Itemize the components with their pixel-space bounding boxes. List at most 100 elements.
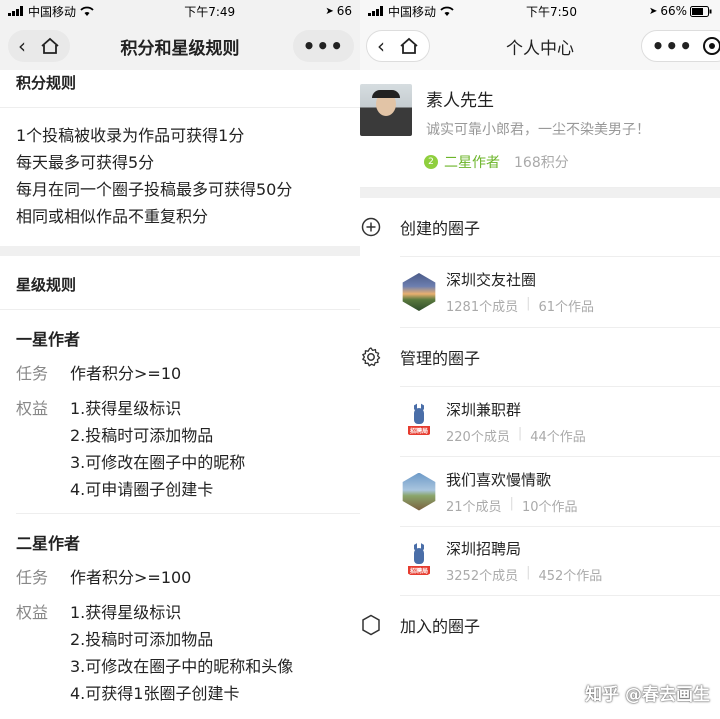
benefit-label: 权益: [16, 399, 49, 418]
two-star-task: 任务 作者积分>=100: [0, 564, 360, 591]
circle-name: 深圳交友社圈: [446, 271, 537, 289]
task-value: 作者积分>=10: [70, 364, 182, 383]
rules-page: 中国移动 下午7:49 ➤ 66 ‹ 积分和星级规则 ••• 积分规则 1个投稿…: [0, 0, 360, 719]
avatar[interactable]: [360, 84, 412, 136]
benefit-item: 4.可申请圈子创建卡: [70, 480, 214, 499]
circle-avatar: 招聘局: [402, 402, 436, 441]
nav-capsule: ‹: [366, 30, 430, 62]
location-arrow-icon: ➤: [325, 5, 334, 17]
status-bar: 中国移动 下午7:50 ➤ 66%: [360, 0, 720, 22]
home-icon[interactable]: [40, 37, 60, 55]
created-circles-header[interactable]: 创建的圈子: [360, 198, 720, 256]
two-star-benefits: 权益 1.获得星级标识 2.投稿时可添加物品 3.可修改在圈子中的昵称和头像 4…: [0, 599, 360, 707]
circle-name: 深圳招聘局: [446, 540, 522, 558]
back-chevron-icon[interactable]: ‹: [18, 34, 26, 58]
circle-item[interactable]: 深圳交友社圈 1281个成员 | 61个作品: [400, 256, 720, 328]
rabbit-logo-icon: [414, 402, 424, 424]
signal-icon: [8, 6, 23, 16]
more-dots-icon[interactable]: •••: [303, 34, 344, 58]
joined-circles-label: 加入的圈子: [400, 617, 481, 636]
level-row: 2 二星作者 168积分: [424, 152, 569, 172]
clock: 下午7:50: [526, 4, 577, 19]
battery-percent: 66: [336, 4, 352, 18]
benefit-item: 2.投稿时可添加物品: [70, 426, 214, 445]
battery-percent: 66%: [660, 4, 687, 18]
task-label: 任务: [16, 364, 49, 383]
benefit-item: 4.可获得1张圈子创建卡: [70, 684, 240, 703]
menu-capsule: •••: [640, 30, 720, 62]
benefit-item: 3.可修改在圈子中的昵称和头像: [70, 657, 294, 676]
screenshot-composite: 中国移动 下午7:49 ➤ 66 ‹ 积分和星级规则 ••• 积分规则 1个投稿…: [0, 0, 720, 719]
circle-item[interactable]: 招聘局 深圳招聘局 3252个成员 | 452个作品: [400, 526, 720, 596]
hexagon-icon: [360, 614, 382, 636]
circle-works: 44个作品: [530, 429, 586, 445]
points-rule-line: 每月在同一个圈子投稿最多可获得50分: [16, 180, 293, 199]
circle-item[interactable]: 招聘局 深圳兼职群 220个成员 | 44个作品: [400, 386, 720, 456]
managed-circles-header[interactable]: 管理的圈子: [360, 328, 720, 386]
task-value: 作者积分>=100: [70, 568, 192, 587]
plus-circle-icon: [360, 216, 382, 238]
rabbit-logo-icon: [414, 542, 424, 564]
circle-works: 452个作品: [538, 569, 603, 584]
star-level: 二星作者: [444, 155, 500, 171]
benefit-item: 2.投稿时可添加物品: [70, 630, 214, 649]
user-name: 素人先生: [426, 91, 494, 111]
nav-bar: ‹ 积分和星级规则 •••: [0, 22, 360, 70]
close-circle-icon[interactable]: [703, 37, 720, 55]
joined-circles-header[interactable]: 加入的圈子: [360, 596, 720, 654]
menu-capsule: •••: [292, 30, 354, 62]
circle-item[interactable]: 我们喜欢慢情歌 21个成员 | 10个作品: [400, 456, 720, 526]
points-rule-line: 每天最多可获得5分: [16, 153, 155, 172]
circle-avatar: [402, 472, 436, 511]
status-bar: 中国移动 下午7:49 ➤ 66: [0, 0, 360, 22]
star-level-icon: 2: [424, 155, 438, 169]
created-circles-label: 创建的圈子: [400, 219, 481, 238]
task-label: 任务: [16, 568, 49, 587]
profile-page: 中国移动 下午7:50 ➤ 66% ‹ 个人中心 ••• 素人先生 诚实可靠小郎…: [360, 0, 720, 719]
nav-capsule: ‹: [8, 30, 70, 62]
two-star-title: 二星作者: [16, 534, 81, 553]
section-divider: [360, 188, 720, 198]
managed-circles-label: 管理的圈子: [400, 349, 481, 368]
circle-members: 21个成员: [446, 499, 502, 515]
gear-icon: [360, 346, 382, 368]
benefit-item: 1.获得星级标识: [70, 399, 182, 418]
watermark: 知乎 @春去画生: [585, 685, 710, 705]
one-star-benefits: 权益 1.获得星级标识 2.投稿时可添加物品 3.可修改在圈子中的昵称 4.可申…: [0, 395, 360, 503]
points-rule-line: 1个投稿被收录为作品可获得1分: [16, 126, 245, 145]
nav-bar: ‹ 个人中心 •••: [360, 22, 720, 70]
points-rules-list: 1个投稿被收录为作品可获得1分 每天最多可获得5分 每月在同一个圈子投稿最多可获…: [0, 108, 360, 230]
benefit-item: 1.获得星级标识: [70, 603, 182, 622]
wifi-icon: [80, 6, 94, 16]
carrier-label: 中国移动: [28, 4, 77, 19]
circle-name: 深圳兼职群: [446, 400, 522, 419]
benefit-item: 3.可修改在圈子中的昵称: [70, 453, 246, 472]
one-star-title: 一星作者: [16, 330, 81, 349]
more-dots-icon[interactable]: •••: [652, 34, 693, 58]
points-count: 168积分: [514, 155, 569, 171]
circle-members: 220个成员: [446, 429, 510, 445]
carrier-label: 中国移动: [388, 4, 437, 19]
location-arrow-icon: ➤: [648, 5, 658, 17]
profile-card[interactable]: 素人先生 诚实可靠小郎君，一尘不染美男子！ 2 二星作者 168积分: [360, 70, 720, 188]
benefit-label: 权益: [16, 603, 49, 622]
circle-members: 3252个成员: [446, 569, 519, 584]
user-motto: 诚实可靠小郎君，一尘不染美男子！: [426, 122, 650, 138]
circle-works: 61个作品: [538, 300, 595, 315]
wifi-icon: [440, 6, 454, 16]
circle-avatar: 招聘局: [402, 542, 436, 580]
section-divider: [0, 246, 360, 256]
circle-avatar: [402, 273, 436, 311]
circle-members: 1281个成员: [446, 300, 519, 315]
home-icon[interactable]: [399, 37, 419, 55]
circle-name: 我们喜欢慢情歌: [446, 470, 552, 489]
signal-icon: [368, 6, 383, 16]
star-rules-heading: 星级规则: [0, 256, 360, 310]
back-chevron-icon[interactable]: ‹: [377, 34, 385, 58]
battery-icon: [690, 5, 712, 17]
points-rules-heading: 积分规则: [0, 70, 360, 108]
points-rule-line: 相同或相似作品不重复积分: [16, 207, 209, 226]
one-star-task: 任务 作者积分>=10: [0, 360, 360, 387]
circle-works: 10个作品: [521, 499, 578, 515]
clock: 下午7:49: [184, 4, 236, 19]
